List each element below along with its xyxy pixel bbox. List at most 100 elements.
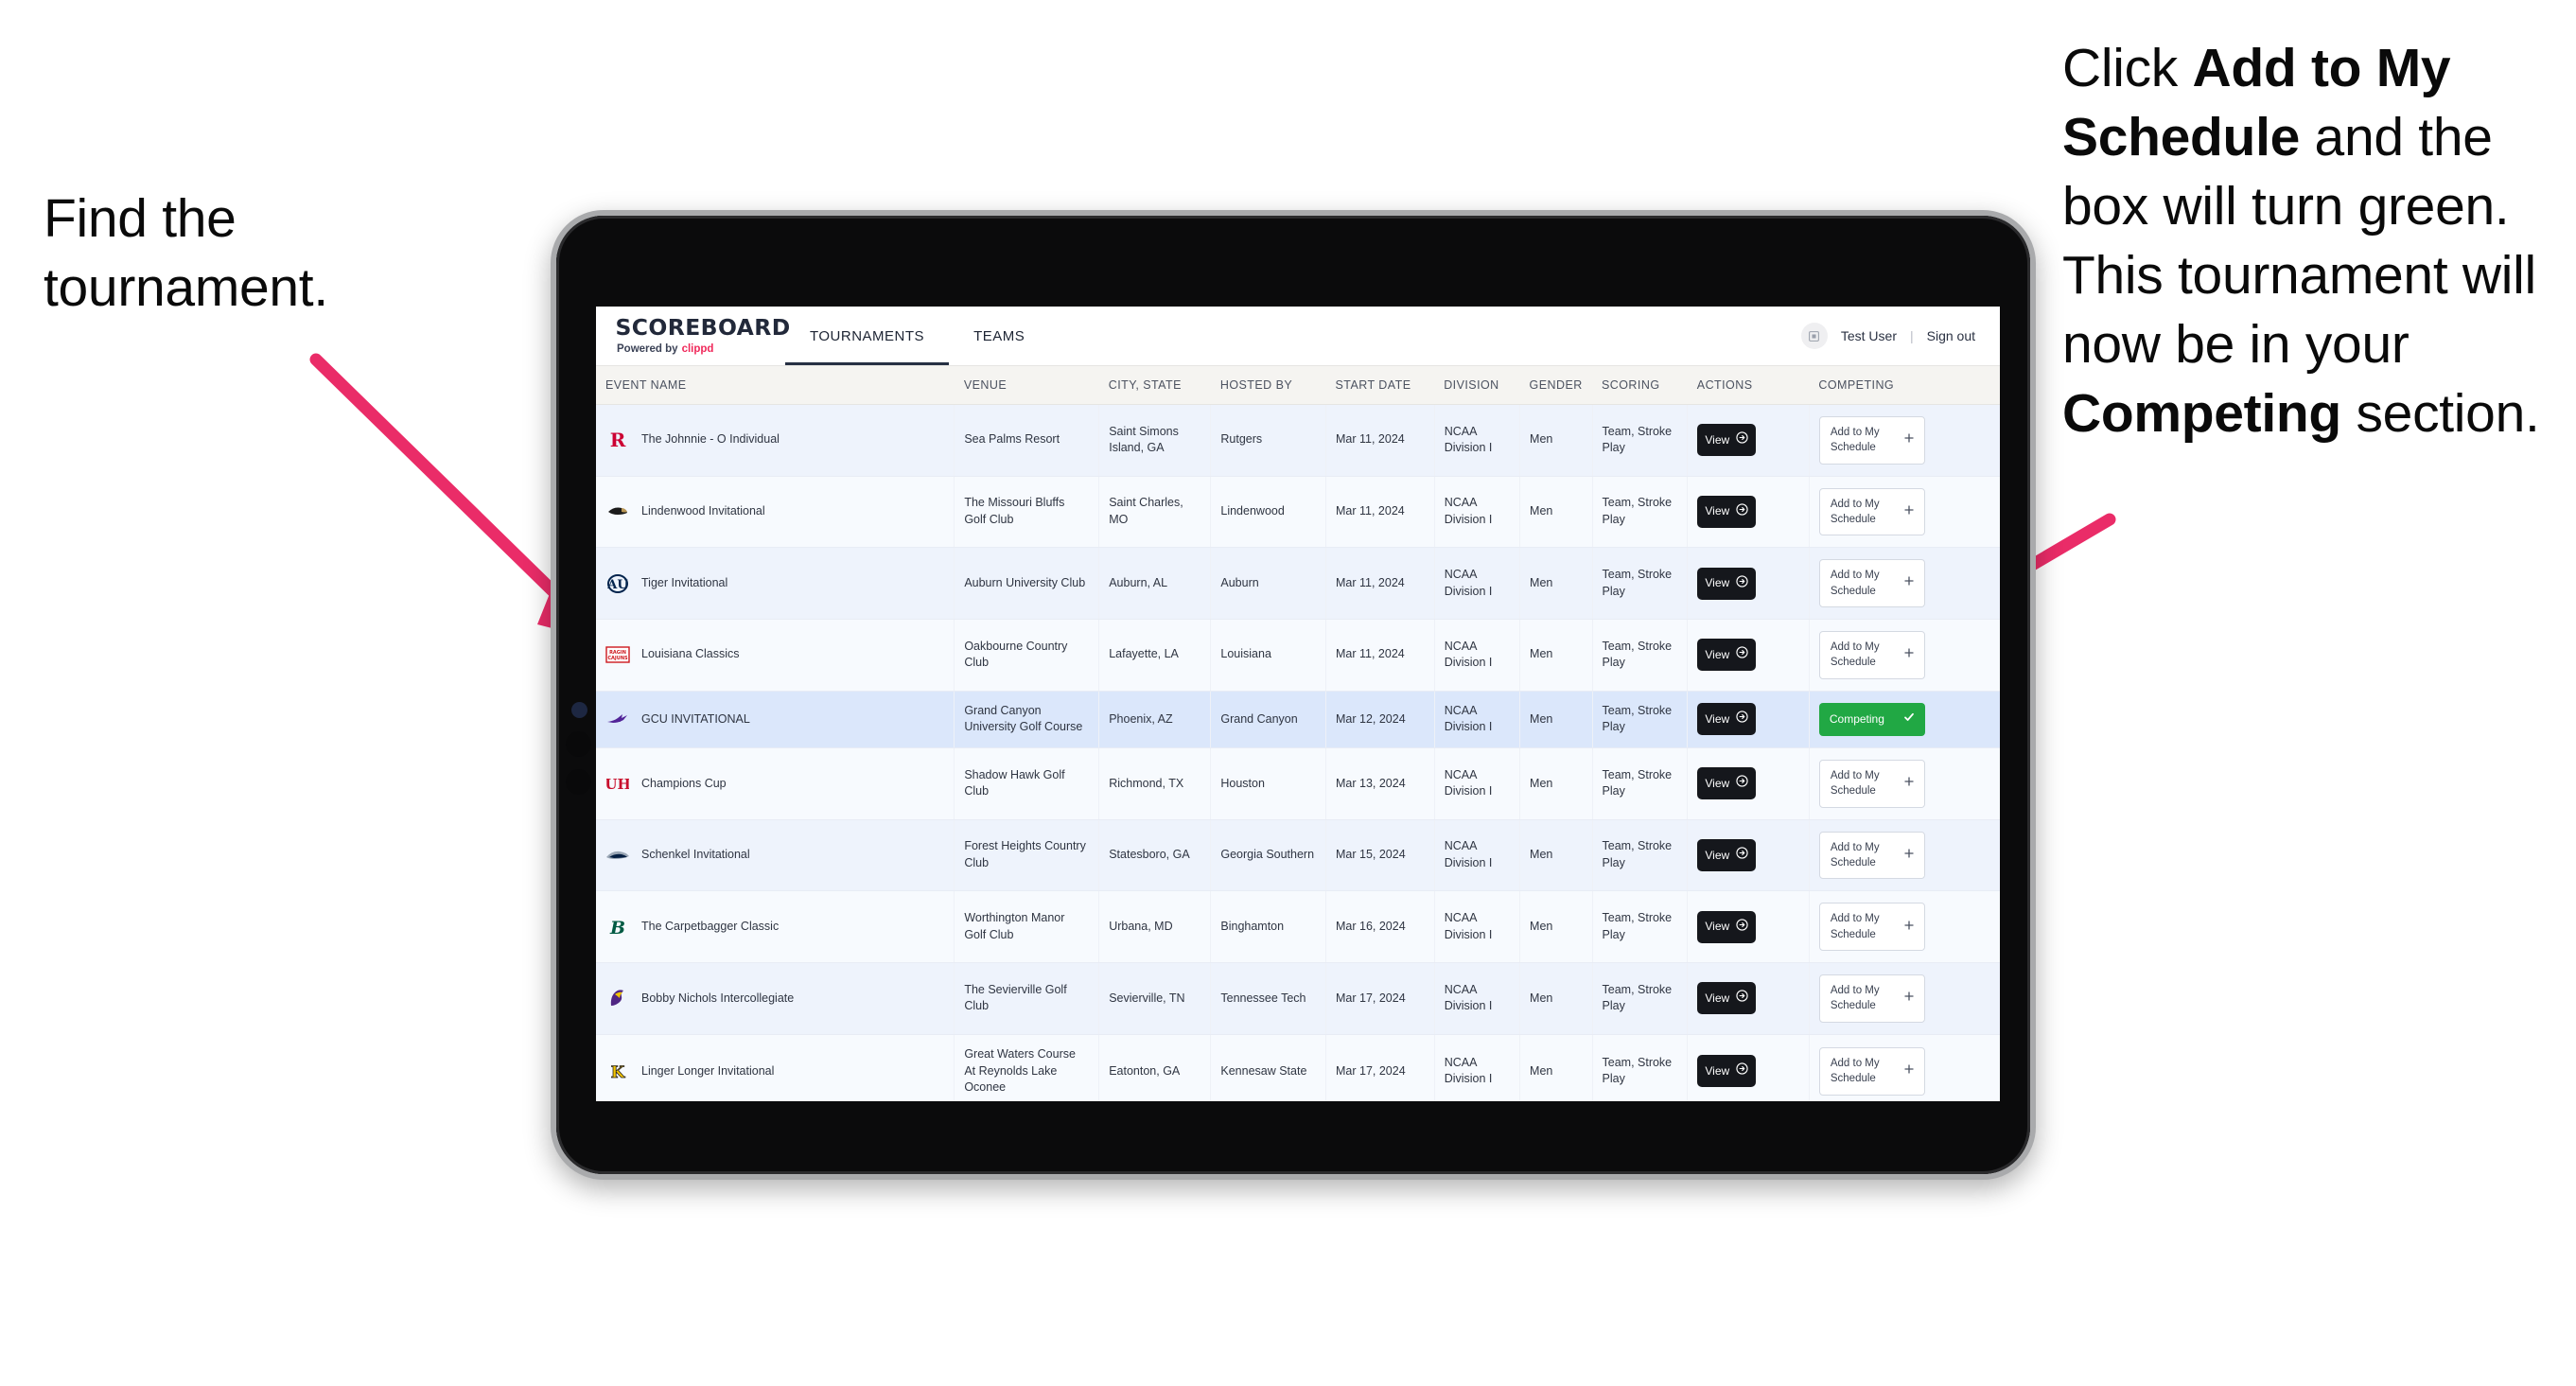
cell-city-state: Statesboro, GA [1098,819,1212,892]
view-button[interactable]: View [1697,1055,1757,1088]
houston-logo: UH [605,771,630,796]
col-venue: VENUE [954,365,1099,405]
add-to-my-schedule-label: Add to My Schedule [1830,427,1880,454]
view-button[interactable]: View [1697,495,1757,528]
cell-competing: Add to My Schedule [1809,962,2000,1035]
brand-logo[interactable]: SCOREBOARD Powered by clippd [615,315,791,355]
cell-division: NCAA Division I [1434,619,1521,692]
event-name-text: Bobby Nichols Intercollegiate [641,991,795,1005]
page-root: Find the tournament. Click Add to My Sch… [0,0,2576,1386]
event-name-text: Louisiana Classics [641,647,740,661]
tournaments-table: EVENT NAME VENUE CITY, STATE HOSTED BY S… [596,365,2000,1101]
view-button[interactable]: View [1697,767,1757,800]
add-to-my-schedule-button[interactable]: Add to My Schedule [1818,630,1925,679]
cell-hosted-by: Binghamton [1210,890,1326,964]
view-label: View [1705,504,1730,518]
brand-title: SCOREBOARD [615,315,791,341]
cell-division: NCAA Division I [1434,890,1521,964]
arrow-right-circle-icon [1736,574,1748,592]
event-name-text: Tiger Invitational [641,575,728,589]
svg-text:B: B [609,918,625,939]
svg-text:AU: AU [606,578,628,592]
cell-venue: Sea Palms Resort [954,404,1100,477]
rutgers-logo: R [605,428,630,452]
user-avatar-icon[interactable] [1800,323,1828,349]
view-label: View [1705,711,1730,726]
cell-hosted-by: Lindenwood [1210,476,1326,549]
cell-event-name: B The Carpetbagger Classic [596,890,955,964]
arrow-right-circle-icon [1736,919,1748,936]
cell-city-state: Saint Simons Island, GA [1098,404,1212,477]
cell-city-state: Sevierville, TN [1098,962,1212,1035]
front-camera-icon [571,702,587,718]
view-label: View [1705,920,1730,934]
competing-badge[interactable]: Competing [1818,702,1925,736]
cell-competing: Add to My Schedule [1809,1034,2000,1101]
view-button[interactable]: View [1697,910,1757,943]
view-label: View [1705,576,1730,590]
cell-actions: View [1687,476,1810,549]
cell-start-date: Mar 11, 2024 [1325,404,1435,477]
cell-start-date: Mar 16, 2024 [1325,890,1435,964]
table-row[interactable]: R The Johnnie - O Individual Sea Palms R… [596,404,2000,477]
add-to-my-schedule-button[interactable]: Add to My Schedule [1818,903,1925,952]
add-to-my-schedule-button[interactable]: Add to My Schedule [1818,487,1925,536]
tab-teams[interactable]: TEAMS [949,307,1049,365]
view-button[interactable]: View [1697,703,1757,736]
add-to-my-schedule-label: Add to My Schedule [1830,913,1880,940]
tab-tournaments[interactable]: TOURNAMENTS [785,307,950,365]
plus-icon [1904,575,1914,590]
annotation-left-line1: Find the [44,188,237,249]
add-to-my-schedule-button[interactable]: Add to My Schedule [1818,1047,1925,1096]
cell-gender: Men [1519,819,1593,892]
cell-start-date: Mar 11, 2024 [1325,547,1435,620]
add-to-my-schedule-button[interactable]: Add to My Schedule [1818,559,1925,607]
view-button[interactable]: View [1697,839,1757,872]
add-to-my-schedule-button[interactable]: Add to My Schedule [1818,760,1925,808]
table-row[interactable]: AU Tiger Invitational Auburn University … [596,547,2000,620]
cell-competing: Add to My Schedule [1809,476,2000,549]
add-to-my-schedule-button[interactable]: Add to My Schedule [1818,974,1925,1023]
cell-scoring: Team, Stroke Play [1592,476,1689,549]
cell-gender: Men [1519,691,1593,749]
sign-out-link[interactable]: Sign out [1927,328,1975,343]
app-screen: SCOREBOARD Powered by clippd TOURNAMENTS… [596,307,2000,1101]
annotation-right: Click Add to My Schedule and the box wil… [2062,34,2576,448]
cell-division: NCAA Division I [1434,747,1521,820]
cell-division: NCAA Division I [1434,962,1521,1035]
tennessee-tech-logo [605,986,630,1010]
table-row[interactable]: Bobby Nichols Intercollegiate The Sevier… [596,962,2000,1035]
table-row[interactable]: GCU INVITATIONAL Grand Canyon University… [596,691,2000,749]
view-button[interactable]: View [1697,567,1757,600]
sensor-dot-icon [566,731,591,757]
table-row[interactable]: K Linger Longer Invitational Great Water… [596,1034,2000,1101]
main-nav: TOURNAMENTS TEAMS [785,307,1049,365]
table-row[interactable]: B The Carpetbagger Classic Worthington M… [596,890,2000,964]
user-name: Test User [1840,328,1897,343]
table-row[interactable]: Schenkel Invitational Forest Heights Cou… [596,819,2000,892]
cell-venue: The Sevierville Golf Club [954,962,1100,1035]
view-button[interactable]: View [1697,982,1757,1015]
add-to-my-schedule-button[interactable]: Add to My Schedule [1818,416,1925,465]
cell-start-date: Mar 15, 2024 [1325,819,1435,892]
view-button[interactable]: View [1697,424,1757,457]
annotation-right-bold2: Competing [2062,382,2341,444]
cell-gender: Men [1519,619,1593,692]
view-label: View [1705,776,1730,790]
cell-venue: Grand Canyon University Golf Course [954,691,1100,749]
arrow-right-circle-icon [1736,990,1748,1007]
table-row[interactable]: UH Champions Cup Shadow Hawk Golf Club R… [596,747,2000,820]
view-label: View [1705,647,1730,661]
cell-scoring: Team, Stroke Play [1592,962,1689,1035]
view-button[interactable]: View [1697,639,1757,672]
cell-city-state: Lafayette, LA [1098,619,1212,692]
lindenwood-logo [605,500,630,524]
add-to-my-schedule-button[interactable]: Add to My Schedule [1818,831,1925,880]
plus-icon [1904,647,1914,662]
table-row[interactable]: RAGIN CAJUNS Louisiana Classics Oakbourne… [596,619,2000,692]
table-row[interactable]: Lindenwood Invitational The Missouri Blu… [596,476,2000,549]
cell-city-state: Urbana, MD [1098,890,1212,964]
cell-gender: Men [1519,476,1593,549]
cell-actions: View [1687,547,1810,620]
cell-hosted-by: Houston [1210,747,1326,820]
